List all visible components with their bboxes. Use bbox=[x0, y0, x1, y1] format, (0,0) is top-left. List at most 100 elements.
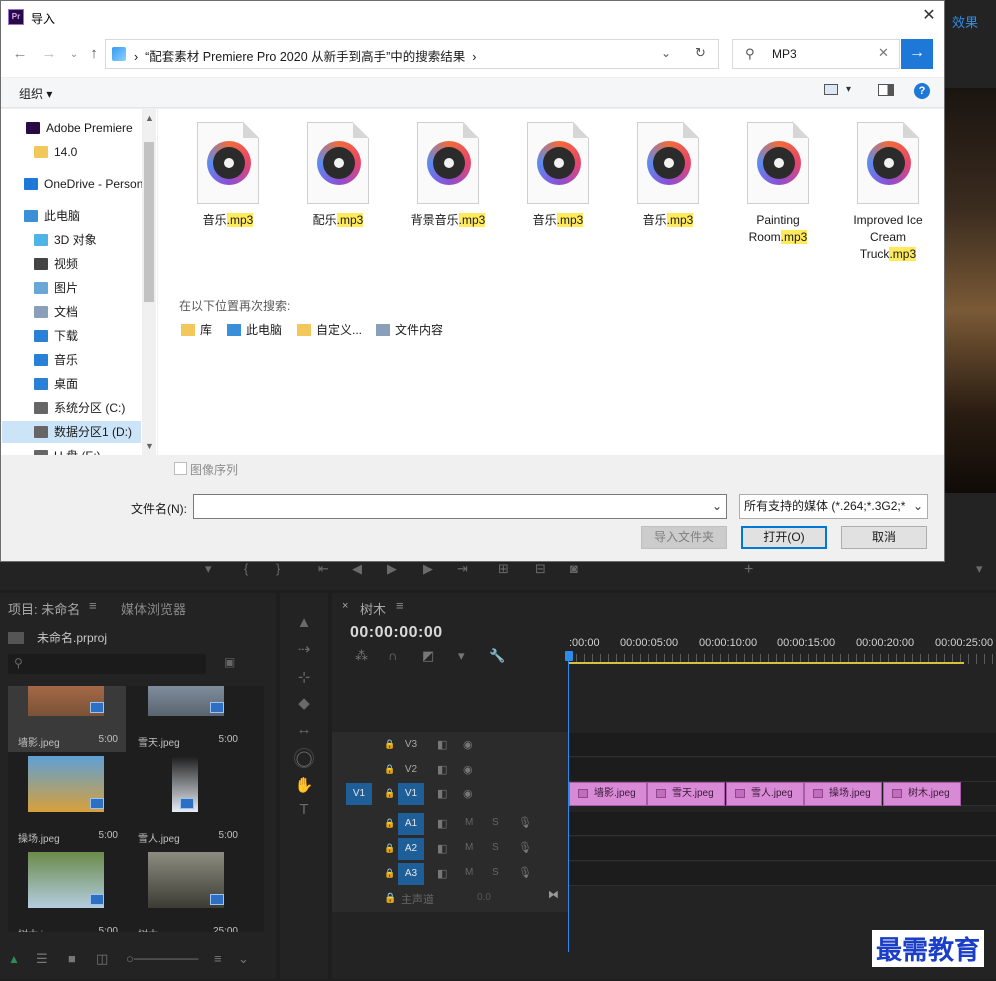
scroll-up-icon[interactable]: ▲ bbox=[145, 113, 154, 123]
video-track-lane[interactable] bbox=[568, 758, 996, 782]
slip-tool-icon[interactable]: ↔ bbox=[294, 721, 314, 738]
audio-track-lane[interactable] bbox=[568, 862, 996, 886]
file-item[interactable]: 背景音乐.mp3 bbox=[396, 122, 500, 229]
work-area-bar[interactable] bbox=[568, 662, 964, 664]
marker-icon[interactable]: ▾ bbox=[976, 561, 983, 577]
organize-menu[interactable]: 组织 ▾ bbox=[19, 85, 52, 102]
play-icon[interactable]: ▶ bbox=[387, 561, 397, 577]
insert-icon[interactable]: ⊞ bbox=[498, 561, 509, 577]
nav-item[interactable]: 数据分区1 (D:) bbox=[2, 421, 141, 443]
project-clip[interactable]: 雪人.jpeg 5:00 bbox=[128, 752, 246, 848]
step-forward-icon[interactable]: ▶ bbox=[423, 561, 433, 577]
track-target-v3[interactable]: V3 bbox=[398, 734, 424, 756]
mute-button[interactable]: M bbox=[465, 867, 473, 878]
project-clip[interactable]: 雪天.jpeg 5:00 bbox=[128, 686, 246, 752]
type-tool-icon[interactable]: T bbox=[294, 801, 314, 818]
panel-menu-icon[interactable]: ≡ bbox=[89, 598, 97, 613]
nav-item[interactable]: 系统分区 (C:) bbox=[34, 397, 154, 419]
chevron-down-icon[interactable]: ⌄ bbox=[238, 951, 249, 967]
solo-button[interactable]: S bbox=[492, 867, 499, 878]
lock-icon[interactable]: 🔒 bbox=[384, 788, 395, 799]
cancel-button[interactable]: 取消 bbox=[841, 526, 927, 549]
sort-icon[interactable]: ≡ bbox=[214, 951, 222, 966]
lock-icon[interactable]: 🔒 bbox=[384, 764, 395, 775]
search-again-item[interactable]: 库 bbox=[181, 321, 212, 338]
sync-lock-icon[interactable]: ◧ bbox=[437, 787, 447, 800]
search-again-item[interactable]: 此电脑 bbox=[227, 321, 282, 338]
recent-locations-icon[interactable]: ⌄ bbox=[65, 49, 83, 60]
mute-button[interactable]: M bbox=[465, 817, 473, 828]
timeline-clip[interactable]: 雪天.jpeg bbox=[647, 782, 725, 806]
chevron-down-icon[interactable]: ⌄ bbox=[913, 499, 924, 513]
track-select-tool-icon[interactable]: ⇢ bbox=[294, 640, 314, 658]
lock-icon[interactable]: ▲ bbox=[8, 952, 20, 966]
timeline-clip[interactable]: 树木.jpeg bbox=[883, 782, 961, 806]
track-target-v2[interactable]: V2 bbox=[398, 759, 424, 781]
lock-icon[interactable]: 🔒 bbox=[384, 868, 395, 879]
solo-button[interactable]: S bbox=[492, 842, 499, 853]
selection-tool-icon[interactable]: ▲ bbox=[294, 614, 314, 631]
master-volume-value[interactable]: 0.0 bbox=[477, 892, 491, 903]
icon-view-icon[interactable]: ■ bbox=[68, 951, 76, 966]
step-back-icon[interactable]: ◀ bbox=[352, 561, 362, 577]
search-value[interactable]: MP3 bbox=[772, 47, 797, 61]
scroll-down-icon[interactable]: ▼ bbox=[145, 441, 154, 451]
lock-icon[interactable]: 🔒 bbox=[384, 893, 396, 904]
clear-search-icon[interactable]: ✕ bbox=[878, 45, 889, 61]
eye-icon[interactable]: ◉ bbox=[463, 763, 473, 776]
chevron-down-icon[interactable]: ▾ bbox=[846, 84, 851, 95]
track-target-a2[interactable]: A2 bbox=[398, 838, 424, 860]
playhead-handle[interactable] bbox=[565, 651, 573, 661]
audio-track-lane[interactable] bbox=[568, 837, 996, 861]
open-button[interactable]: 打开(O) bbox=[741, 526, 827, 549]
eye-icon[interactable]: ◉ bbox=[463, 738, 473, 751]
file-item[interactable]: 音乐.mp3 bbox=[176, 122, 280, 229]
zoom-slider-icon[interactable]: ○─────── bbox=[126, 951, 198, 966]
close-button[interactable]: ✕ bbox=[917, 5, 941, 25]
preview-pane-icon[interactable] bbox=[878, 84, 894, 96]
audio-track-lane[interactable] bbox=[568, 812, 996, 836]
nav-item[interactable]: 桌面 bbox=[34, 373, 154, 395]
source-patch-v1[interactable]: V1 bbox=[346, 783, 372, 805]
export-frame-icon[interactable]: ◙ bbox=[570, 561, 578, 576]
list-view-icon[interactable]: ☰ bbox=[36, 951, 48, 967]
close-icon[interactable]: × bbox=[342, 600, 348, 612]
tab-project[interactable]: 项目: 未命名 bbox=[8, 599, 80, 618]
filename-input[interactable] bbox=[193, 494, 727, 519]
marker-icon[interactable]: ▾ bbox=[205, 561, 212, 577]
nest-icon[interactable]: ⁂ bbox=[355, 648, 368, 664]
razor-tool-icon[interactable]: ◆ bbox=[294, 694, 314, 712]
add-button-icon[interactable]: + bbox=[744, 561, 753, 579]
nav-item[interactable]: 3D 对象 bbox=[34, 229, 154, 251]
go-to-out-icon[interactable]: ⇥ bbox=[457, 561, 468, 577]
nav-item[interactable]: 下载 bbox=[34, 325, 154, 347]
timeline-clip[interactable]: 操场.jpeg bbox=[804, 782, 882, 806]
file-item[interactable]: 配乐.mp3 bbox=[286, 122, 390, 229]
lock-icon[interactable]: 🔒 bbox=[384, 818, 395, 829]
nav-item[interactable]: U 盘 (E:) bbox=[34, 445, 154, 455]
timeline-timecode[interactable]: 00:00:00:00 bbox=[350, 624, 443, 642]
snap-icon[interactable]: ∩ bbox=[388, 648, 397, 663]
project-clip[interactable]: 墙影.jpeg 5:00 bbox=[8, 686, 126, 752]
file-item[interactable]: 音乐.mp3 bbox=[506, 122, 610, 229]
nav-item[interactable]: Adobe Premiere bbox=[26, 117, 146, 139]
linked-selection-icon[interactable]: ◩ bbox=[422, 648, 434, 664]
track-target-a1[interactable]: A1 bbox=[398, 813, 424, 835]
sync-lock-icon[interactable]: ◧ bbox=[437, 763, 447, 776]
forward-arrow-icon[interactable]: → bbox=[40, 45, 58, 62]
freeform-view-icon[interactable]: ◫ bbox=[96, 951, 108, 967]
overwrite-icon[interactable]: ⊟ bbox=[535, 561, 546, 577]
eye-icon[interactable]: ◉ bbox=[463, 787, 473, 800]
nav-item[interactable]: 音乐 bbox=[34, 349, 154, 371]
sync-lock-icon[interactable]: ◧ bbox=[437, 817, 447, 830]
microphone-icon[interactable]: 🎙 bbox=[518, 866, 532, 879]
track-target-a3[interactable]: A3 bbox=[398, 863, 424, 885]
microphone-icon[interactable]: 🎙 bbox=[518, 841, 532, 854]
project-search-input[interactable] bbox=[8, 654, 206, 674]
up-arrow-icon[interactable]: ↑ bbox=[85, 45, 103, 62]
video-track-lane[interactable] bbox=[568, 733, 996, 757]
project-clip[interactable]: 树木.jpeg 5:00 bbox=[8, 848, 126, 932]
search-go-button[interactable]: → bbox=[901, 39, 933, 69]
file-type-select[interactable]: 所有支持的媒体 (*.264;*.3G2;* bbox=[739, 494, 928, 519]
sync-lock-icon[interactable]: ◧ bbox=[437, 738, 447, 751]
